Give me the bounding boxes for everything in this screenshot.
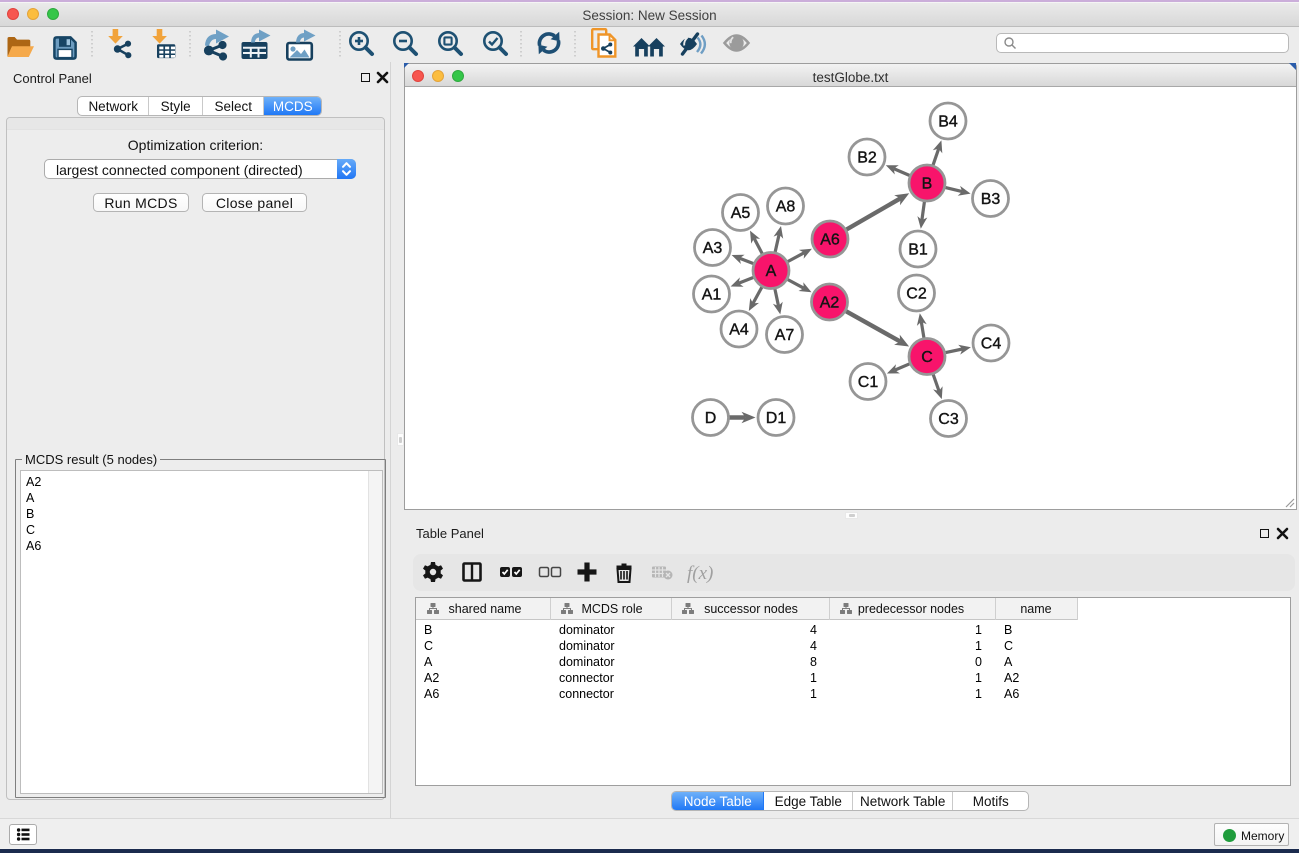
svg-text:4: 4	[810, 639, 817, 653]
svg-text:1: 1	[975, 639, 982, 653]
svg-text:B: B	[922, 176, 933, 193]
svg-text:8: 8	[810, 655, 817, 669]
svg-text:A4: A4	[729, 322, 749, 339]
svg-text:C2: C2	[906, 286, 927, 303]
svg-text:1: 1	[975, 687, 982, 701]
svg-text:A6: A6	[820, 232, 840, 249]
svg-text:D: D	[705, 410, 717, 427]
svg-text:shared name: shared name	[449, 602, 522, 616]
svg-text:dominator: dominator	[559, 639, 615, 653]
svg-text:A6: A6	[424, 687, 439, 701]
svg-text:A6: A6	[1004, 687, 1019, 701]
svg-text:1: 1	[810, 671, 817, 685]
svg-text:connector: connector	[559, 671, 614, 685]
svg-text:dominator: dominator	[559, 623, 615, 637]
svg-text:A2: A2	[1004, 671, 1019, 685]
svg-text:B2: B2	[857, 150, 877, 167]
svg-text:C1: C1	[858, 374, 879, 391]
svg-text:A3: A3	[703, 240, 723, 257]
svg-text:successor nodes: successor nodes	[704, 602, 798, 616]
svg-text:A2: A2	[820, 295, 840, 312]
svg-text:C4: C4	[981, 336, 1002, 353]
svg-text:4: 4	[810, 623, 817, 637]
svg-text:A2: A2	[424, 671, 439, 685]
svg-text:1: 1	[975, 623, 982, 637]
svg-text:B: B	[1004, 623, 1012, 637]
svg-text:C3: C3	[938, 411, 959, 428]
svg-text:predecessor nodes: predecessor nodes	[858, 602, 964, 616]
svg-text:C: C	[921, 349, 933, 366]
svg-text:0: 0	[975, 655, 982, 669]
svg-text:A: A	[424, 655, 433, 669]
svg-text:A: A	[1004, 655, 1013, 669]
svg-text:1: 1	[975, 671, 982, 685]
svg-text:f(x): f(x)	[687, 563, 713, 584]
svg-text:connector: connector	[559, 687, 614, 701]
svg-text:MCDS role: MCDS role	[581, 602, 642, 616]
svg-text:A5: A5	[731, 205, 751, 222]
svg-text:1: 1	[810, 687, 817, 701]
svg-text:A7: A7	[775, 327, 795, 344]
svg-text:C: C	[424, 639, 433, 653]
svg-text:A1: A1	[702, 287, 722, 304]
svg-text:B: B	[424, 623, 432, 637]
svg-text:D1: D1	[766, 410, 787, 427]
svg-text:name: name	[1020, 602, 1051, 616]
svg-text:A8: A8	[776, 199, 796, 216]
svg-text:B3: B3	[981, 191, 1001, 208]
svg-text:B1: B1	[908, 242, 928, 259]
svg-text:B4: B4	[938, 114, 958, 131]
svg-text:dominator: dominator	[559, 655, 615, 669]
svg-text:C: C	[1004, 639, 1013, 653]
svg-text:A: A	[766, 263, 777, 280]
